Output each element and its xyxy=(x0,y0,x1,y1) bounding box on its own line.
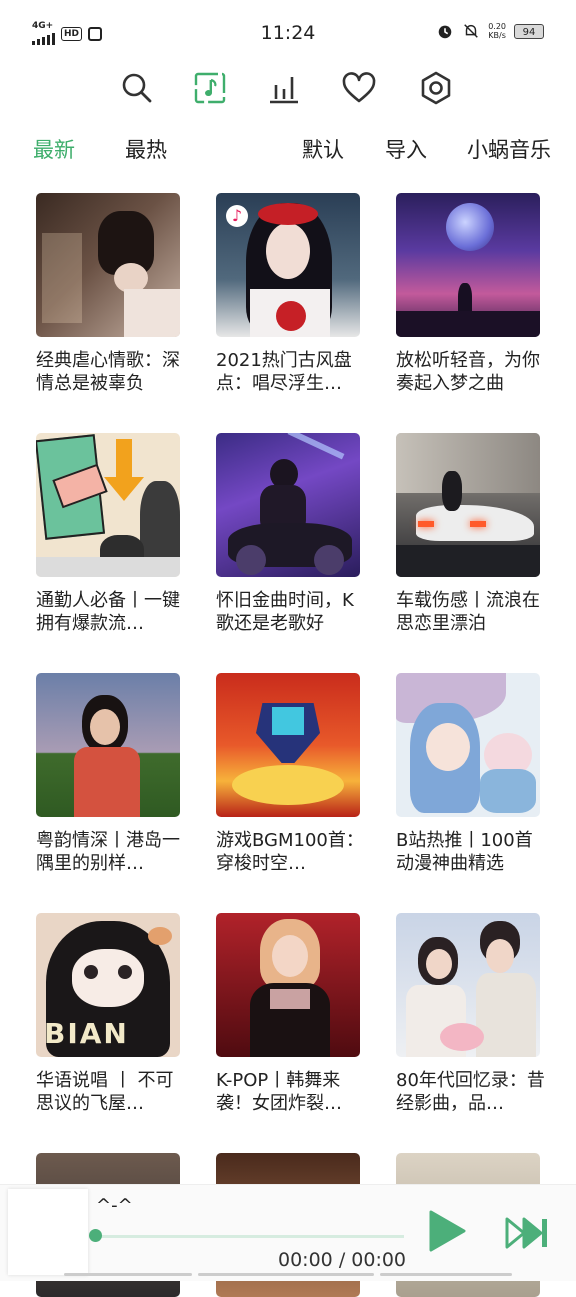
charts-button[interactable] xyxy=(262,66,306,110)
play-icon[interactable] xyxy=(424,1209,468,1253)
status-right: 0.20 KB/s xyxy=(436,22,506,40)
settings-button[interactable] xyxy=(414,66,458,110)
playlist-cover xyxy=(36,193,180,337)
playlist-title: 游戏BGM100首：穿梭时空… xyxy=(216,830,364,874)
next-track-icon[interactable] xyxy=(504,1215,550,1251)
tab-source[interactable]: 小蜗音乐 xyxy=(467,134,551,164)
playlist-cover xyxy=(36,673,180,817)
playlist-card[interactable]: 经典虐心情歌：深情总是被辜负 xyxy=(36,193,182,395)
total-time: 00:00 xyxy=(351,1249,407,1271)
playlist-card[interactable]: ♪ 2021热门古风盘点：唱尽浮生… xyxy=(216,193,362,395)
time-separator: / xyxy=(338,1249,346,1271)
status-bar: 4G+ HD 11:24 0.20 KB/s 94 xyxy=(0,0,576,64)
playlist-cover xyxy=(216,433,360,577)
playlist-card[interactable]: 游戏BGM100首：穿梭时空… xyxy=(216,673,364,875)
player-cover[interactable] xyxy=(8,1189,88,1275)
playlist-title: 华语说唱 丨 不可思议的飞屋… xyxy=(36,1070,174,1114)
playlist-cover xyxy=(396,913,540,1057)
top-nav xyxy=(0,66,576,110)
playlist-title: 粤韵情深丨港岛一隅里的别样… xyxy=(36,830,180,874)
playlist-title: 怀旧金曲时间，K歌还是老歌好 xyxy=(216,590,354,634)
player-time: 00:00 / 00:00 xyxy=(278,1249,406,1271)
nav-handle xyxy=(380,1273,512,1276)
playlist-title: 放松听轻音，为你奏起入梦之曲 xyxy=(396,350,540,394)
tab-default[interactable]: 默认 xyxy=(302,134,344,164)
speed-value: 0.20 xyxy=(488,22,506,31)
playlist-title: B站热推丨100首动漫神曲精选 xyxy=(396,830,533,874)
playlist-card[interactable]: BIAN 华语说唱 丨 不可思议的飞屋… xyxy=(36,913,182,1115)
bar-chart-icon xyxy=(270,77,298,104)
playlist-cover xyxy=(216,913,360,1057)
playlist-card[interactable]: 通勤人必备丨一键拥有爆款流… xyxy=(36,433,182,635)
playlist-cover xyxy=(396,193,540,337)
net-speed: 0.20 KB/s xyxy=(488,22,506,40)
playlist-card[interactable]: 放松听轻音，为你奏起入梦之曲 xyxy=(396,193,542,395)
settings-hexagon-icon xyxy=(421,71,451,105)
nav-handle xyxy=(198,1273,374,1276)
playlist-title: 80年代回忆录：昔经影曲，品… xyxy=(396,1070,545,1114)
favorites-button[interactable] xyxy=(337,66,381,110)
current-time: 00:00 xyxy=(278,1249,333,1271)
nav-handle xyxy=(64,1273,192,1276)
progress-track[interactable] xyxy=(96,1235,404,1238)
heart-icon xyxy=(342,72,376,103)
playlist-title: 车载伤感丨流浪在思恋里漂泊 xyxy=(396,590,540,634)
search-button[interactable] xyxy=(115,66,159,110)
tab-hottest[interactable]: 最热 xyxy=(125,134,167,164)
speed-unit: KB/s xyxy=(488,31,506,40)
playlist-card[interactable]: 怀旧金曲时间，K歌还是老歌好 xyxy=(216,433,362,635)
tab-import[interactable]: 导入 xyxy=(385,134,427,164)
playlist-card[interactable]: 车载伤感丨流浪在思恋里漂泊 xyxy=(396,433,542,635)
playlist-card[interactable]: 粤韵情深丨港岛一隅里的别样… xyxy=(36,673,182,875)
playlist-cover xyxy=(396,673,540,817)
mute-bell-icon xyxy=(464,24,478,38)
mini-player: ^-^ 00:00 / 00:00 xyxy=(0,1184,576,1281)
player-song-title: ^-^ xyxy=(96,1195,133,1216)
tab-row: 最新 最热 默认 导入 小蜗音乐 xyxy=(0,130,576,170)
playlist-title: 2021热门古风盘点：唱尽浮生… xyxy=(216,350,352,394)
playlist-cover: ♪ xyxy=(216,193,360,337)
progress-knob[interactable] xyxy=(89,1229,102,1242)
playlist-cover: BIAN xyxy=(36,913,180,1057)
playlist-title: 经典虐心情歌：深情总是被辜负 xyxy=(36,350,180,394)
playlist-title: 通勤人必备丨一键拥有爆款流… xyxy=(36,590,180,634)
search-icon xyxy=(122,73,152,103)
tab-latest[interactable]: 最新 xyxy=(33,134,75,164)
playlist-cover xyxy=(396,433,540,577)
music-note-icon xyxy=(194,72,226,104)
alarm-icon xyxy=(438,25,452,39)
playlist-cover xyxy=(216,673,360,817)
playlist-card[interactable]: B站热推丨100首动漫神曲精选 xyxy=(396,673,542,875)
playlist-card[interactable]: K-POP丨韩舞来袭！女团炸裂… xyxy=(216,913,362,1115)
battery-icon: 94 xyxy=(514,24,544,39)
music-library-button[interactable] xyxy=(188,66,232,110)
playlist-card[interactable]: 80年代回忆录：昔经影曲，品… xyxy=(396,913,545,1115)
playlist-title: K-POP丨韩舞来袭！女团炸裂… xyxy=(216,1070,342,1114)
playlist-cover xyxy=(36,433,180,577)
tiktok-icon: ♪ xyxy=(226,205,248,227)
